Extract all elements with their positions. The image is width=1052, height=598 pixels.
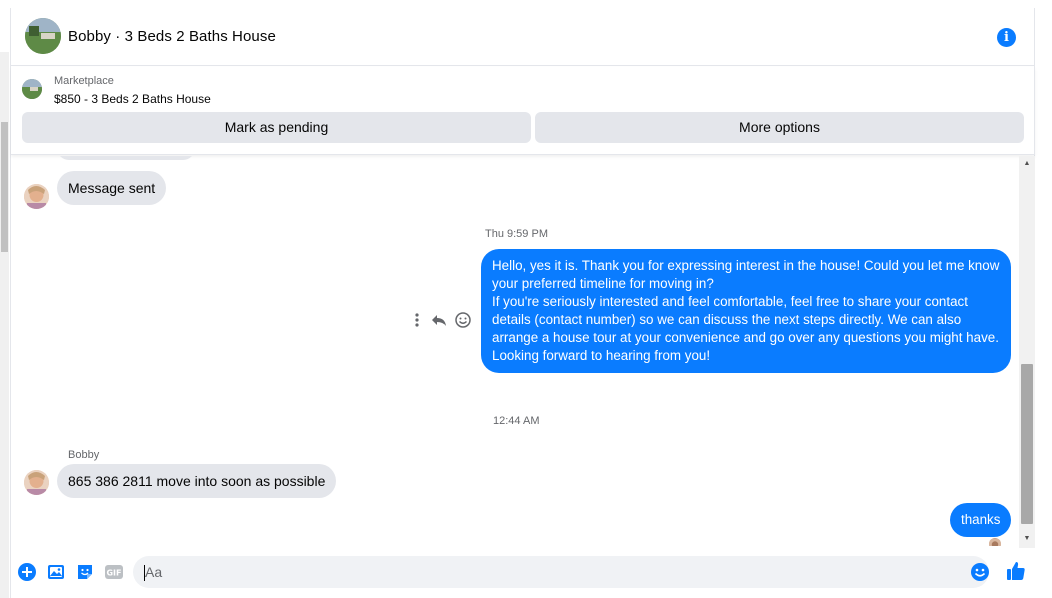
- info-icon[interactable]: i: [997, 28, 1016, 47]
- thumbs-up-icon[interactable]: [1005, 560, 1027, 582]
- message-paragraph: Looking forward to hearing from you!: [492, 348, 711, 363]
- plus-circle-icon[interactable]: [17, 562, 37, 582]
- listing-thumbnail[interactable]: [22, 79, 42, 99]
- sender-name: Bobby: [68, 449, 100, 461]
- chat-scrollbar[interactable]: ▲ ▼: [1019, 156, 1035, 548]
- message-sent-notice: Message sent: [57, 171, 167, 205]
- message-list: Message sent Thu 9:59 PM Hello, yes it i…: [11, 156, 1019, 546]
- incoming-message[interactable]: 865 386 2811 move into soon as possible: [57, 464, 337, 498]
- reply-icon[interactable]: [429, 310, 449, 330]
- timestamp: 12:44 AM: [493, 415, 540, 427]
- sender-avatar[interactable]: [24, 470, 49, 495]
- chat-window: Bobby · 3 Beds 2 Baths House i Marketpla…: [10, 8, 1035, 598]
- emoji-icon[interactable]: [970, 562, 990, 582]
- scroll-down-arrow[interactable]: ▼: [1019, 533, 1035, 545]
- gif-icon[interactable]: GIF: [104, 562, 124, 582]
- message-paragraph: Hello, yes it is. Thank you for expressi…: [492, 258, 1000, 291]
- outgoing-message-thanks[interactable]: thanks: [950, 503, 1012, 537]
- more-options-button[interactable]: More options: [535, 112, 1024, 143]
- composer: GIF: [11, 548, 1035, 598]
- seen-receipt-avatar: [989, 538, 1001, 546]
- window-right-edge: [1035, 0, 1052, 598]
- marketplace-label: Marketplace: [54, 75, 114, 87]
- message-paragraph: If you're seriously interested and feel …: [492, 294, 999, 345]
- more-vertical-icon[interactable]: [407, 310, 427, 330]
- text-caret: [144, 565, 145, 581]
- svg-text:GIF: GIF: [106, 569, 121, 578]
- scroll-up-arrow[interactable]: ▲: [1019, 158, 1035, 170]
- chat-scrollbar-thumb[interactable]: [1021, 364, 1033, 524]
- message-input[interactable]: [133, 556, 989, 588]
- listing-price-title[interactable]: $850 - 3 Beds 2 Baths House: [54, 92, 211, 106]
- chat-header: Bobby · 3 Beds 2 Baths House i: [11, 8, 1035, 66]
- message-actions: [407, 310, 475, 332]
- page-scrollbar-thumb[interactable]: [1, 122, 8, 252]
- previous-bubble: [57, 156, 195, 160]
- listing-avatar[interactable]: [25, 18, 61, 54]
- photo-icon[interactable]: [46, 562, 66, 582]
- smiley-icon[interactable]: [453, 310, 473, 330]
- timestamp: Thu 9:59 PM: [485, 228, 548, 240]
- conversation-title[interactable]: Bobby · 3 Beds 2 Baths House: [68, 28, 276, 45]
- marketplace-banner: Marketplace $850 - 3 Beds 2 Baths House …: [11, 67, 1035, 155]
- outgoing-message[interactable]: Hello, yes it is. Thank you for expressi…: [481, 249, 1011, 373]
- mark-pending-button[interactable]: Mark as pending: [22, 112, 531, 143]
- sticker-icon[interactable]: [75, 562, 95, 582]
- sender-avatar[interactable]: [24, 184, 49, 209]
- page-scrollbar[interactable]: [0, 52, 9, 598]
